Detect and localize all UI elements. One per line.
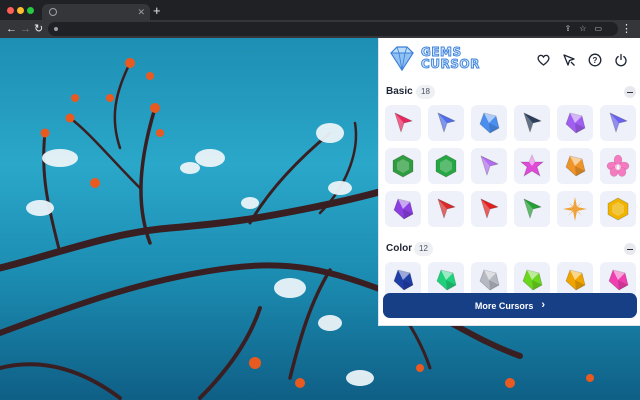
forward-button[interactable]: → (20, 20, 31, 38)
browser-menu-icon[interactable]: ⋮ (621, 20, 632, 38)
logo-line-2: CURSOR (421, 57, 480, 71)
gem-cursor-icon (523, 112, 542, 133)
section-title: Basic (386, 86, 413, 97)
gem-cursor-icon (393, 269, 414, 291)
cursor-option[interactable] (600, 191, 636, 227)
gem-cursor-icon (393, 198, 414, 220)
cursor-option[interactable] (514, 191, 550, 227)
app-logo-text: GEMS CURSOR (421, 46, 480, 71)
cursor-option[interactable] (428, 191, 464, 227)
gem-cursor-icon (436, 269, 457, 291)
power-icon[interactable] (613, 52, 629, 68)
tab-close-icon[interactable]: ✕ (137, 5, 145, 19)
cursor-option[interactable] (385, 105, 421, 141)
cursor-option[interactable] (471, 191, 507, 227)
heart-icon[interactable] (535, 52, 551, 68)
section-count-badge: 12 (414, 242, 433, 256)
cursor-option[interactable] (600, 148, 636, 184)
gem-cursor-icon (565, 112, 586, 134)
gem-cursor-icon (565, 155, 586, 177)
gems-cursor-popup: GEMS CURSOR ? Basic 18 Color 12 More Cur… (378, 38, 640, 326)
cursor-option[interactable] (471, 105, 507, 141)
maximize-window-button[interactable] (27, 7, 34, 14)
more-cursors-label: More Cursors (474, 300, 534, 311)
cursor-grid-basic (385, 105, 636, 227)
gem-cursor-icon (392, 154, 414, 178)
gem-cursor-icon (565, 269, 586, 291)
help-icon[interactable]: ? (587, 52, 603, 68)
gem-cursor-icon (435, 154, 457, 178)
collapse-basic-button[interactable] (624, 86, 636, 98)
gem-logo-icon (390, 46, 414, 72)
bookmark-star-icon[interactable]: ☆ (579, 24, 594, 33)
section-count-badge: 18 (416, 85, 435, 99)
minimize-window-button[interactable] (17, 7, 24, 14)
popup-header: GEMS CURSOR ? (379, 38, 640, 82)
gem-cursor-icon (608, 269, 629, 291)
browser-titlebar: ✕ + (0, 0, 640, 20)
close-window-button[interactable] (7, 7, 14, 14)
collapse-color-button[interactable] (624, 243, 636, 255)
gem-cursor-icon (437, 112, 456, 133)
gem-cursor-icon (437, 198, 456, 219)
gem-cursor-icon (479, 269, 500, 291)
share-icon[interactable]: ⇪ (565, 24, 580, 33)
section-header-basic: Basic 18 (379, 84, 640, 100)
cursor-option[interactable] (514, 148, 550, 184)
gem-cursor-icon (522, 269, 543, 291)
section-header-color: Color 12 (379, 241, 640, 257)
cursor-option[interactable] (428, 105, 464, 141)
cursor-option[interactable] (514, 105, 550, 141)
svg-text:?: ? (593, 56, 598, 65)
site-info-icon[interactable] (54, 27, 58, 31)
gem-cursor-icon (523, 198, 542, 219)
back-button[interactable]: ← (6, 20, 17, 38)
section-title: Color (386, 243, 413, 254)
cursor-option[interactable] (471, 148, 507, 184)
gem-cursor-icon (394, 112, 413, 133)
cursor-option[interactable] (385, 191, 421, 227)
cursor-option[interactable] (557, 105, 593, 141)
cursor-option[interactable] (600, 105, 636, 141)
address-bar[interactable]: ⇪☆▭ (48, 22, 618, 36)
tab-favicon-icon (49, 8, 57, 16)
more-cursors-button[interactable]: More Cursors › (383, 293, 637, 318)
omnibox-actions: ⇪☆▭ (565, 22, 610, 36)
cursor-option[interactable] (385, 148, 421, 184)
browser-toolbar: ← → ↻ ⇪☆▭ ⋮ (0, 20, 640, 38)
gem-cursor-icon (519, 153, 545, 177)
cursor-option[interactable] (557, 148, 593, 184)
gem-cursor-icon (607, 197, 629, 221)
gem-cursor-icon (606, 154, 630, 177)
reload-button[interactable]: ↻ (34, 20, 43, 38)
gem-cursor-icon (563, 197, 587, 221)
cursor-option[interactable] (428, 148, 464, 184)
gem-cursor-icon (609, 112, 628, 133)
browser-tab[interactable]: ✕ (42, 4, 150, 20)
sidepanel-icon[interactable]: ▭ (594, 24, 610, 33)
gem-cursor-icon (480, 198, 499, 219)
chevron-right-icon: › (541, 299, 546, 311)
cursor-option[interactable] (557, 191, 593, 227)
cursor-arrow-icon[interactable] (561, 52, 577, 68)
new-tab-button[interactable]: + (153, 3, 161, 19)
gem-cursor-icon (480, 155, 499, 176)
gem-cursor-icon (479, 112, 500, 134)
